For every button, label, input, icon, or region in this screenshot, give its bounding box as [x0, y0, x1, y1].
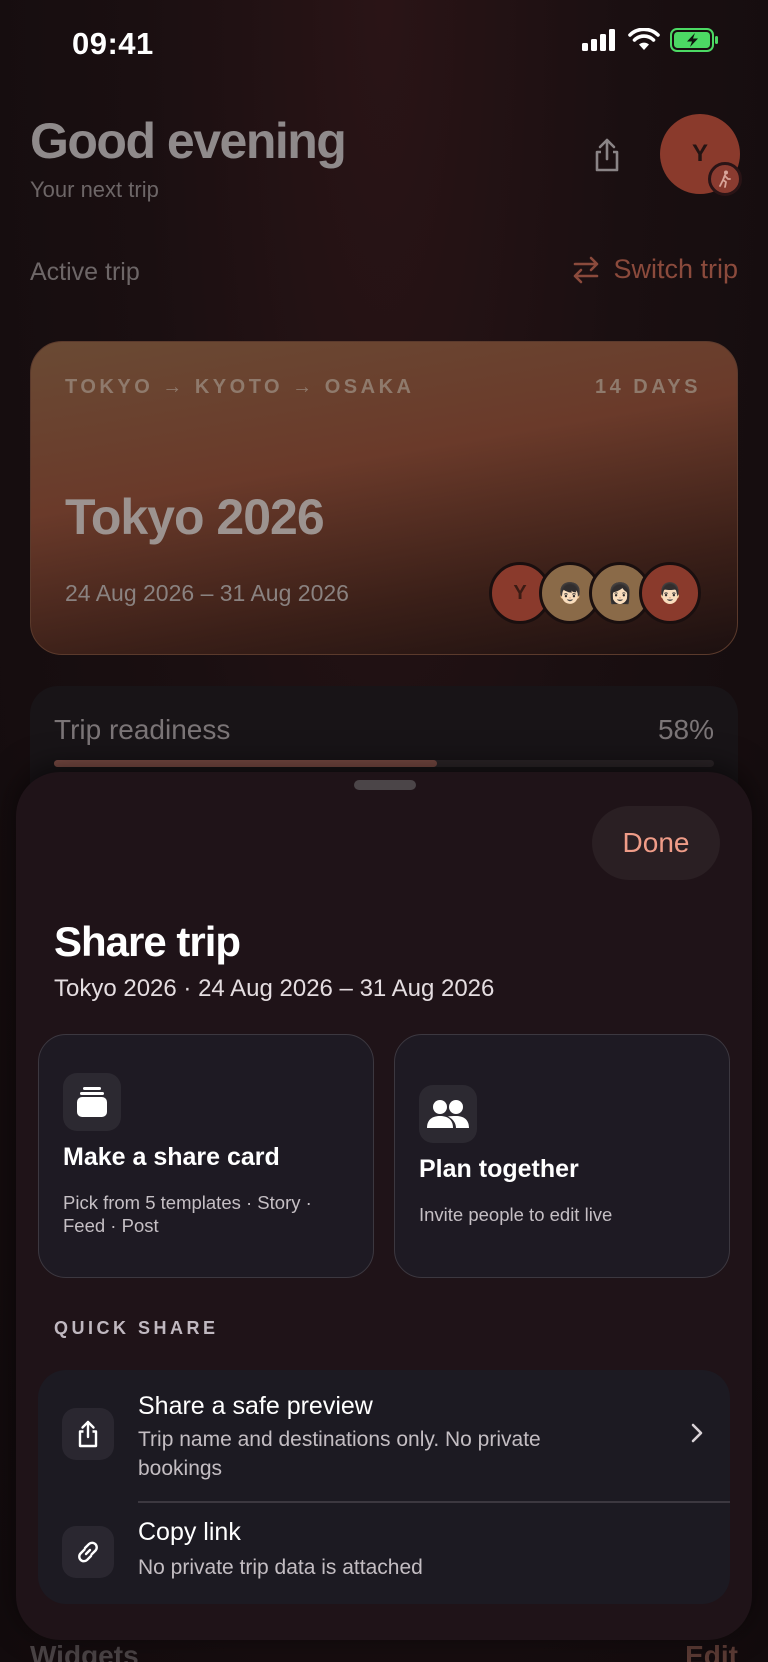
option-description: Pick from 5 templates · Story · Feed · P…	[63, 1192, 312, 1237]
people-icon	[419, 1085, 477, 1143]
share-icon	[62, 1408, 114, 1460]
row-description: No private trip data is attached	[138, 1556, 423, 1579]
walking-person-icon	[719, 170, 731, 188]
row-title: Copy link	[138, 1518, 241, 1546]
share-trip-sheet: Done Share trip Tokyo 2026 · 24 Aug 2026…	[16, 772, 752, 1640]
trip-duration: 14 DAYS	[594, 376, 701, 398]
avatar-initial: Y	[691, 140, 708, 167]
member-avatar: 👨🏻	[639, 562, 701, 624]
share-icon	[595, 138, 619, 172]
sheet-title: Share trip	[54, 918, 241, 965]
sheet-grabber[interactable]	[354, 780, 416, 790]
widgets-label: Widgets	[30, 1640, 139, 1662]
stack-card-icon	[63, 1073, 121, 1131]
greeting-title: Good evening	[30, 113, 347, 169]
greeting-subtitle: Your next trip	[30, 177, 159, 202]
swap-arrows-icon	[574, 256, 599, 283]
option-description: Invite people to edit live	[419, 1204, 613, 1225]
active-trip-label: Active trip	[30, 258, 140, 286]
active-trip-card[interactable]: TOKYO → KYOTO → OSAKA 14 DAYS Tokyo 2026…	[30, 341, 738, 655]
trip-route: TOKYO → KYOTO → OSAKA	[65, 376, 415, 398]
readiness-progress-fill	[54, 760, 437, 767]
link-icon	[62, 1526, 114, 1578]
trip-dates: 24 Aug 2026 – 31 Aug 2026	[65, 580, 349, 606]
switch-trip-button[interactable]: Switch trip	[571, 254, 738, 285]
readiness-percent: 58%	[657, 714, 714, 745]
option-title: Plan together	[419, 1155, 579, 1183]
copy-link-row[interactable]: Copy link No private trip data is attach…	[38, 1502, 730, 1604]
done-button[interactable]: Done	[592, 806, 720, 880]
quick-share-list: Share a safe preview Trip name and desti…	[38, 1370, 730, 1604]
row-title: Share a safe preview	[138, 1392, 373, 1420]
quick-share-heading: QUICK SHARE	[54, 1318, 219, 1338]
switch-trip-label: Switch trip	[613, 254, 738, 284]
trip-title: Tokyo 2026	[65, 489, 325, 545]
readiness-progress-bar	[54, 760, 714, 767]
plan-together-option[interactable]: Plan together Invite people to edit live	[394, 1034, 730, 1278]
make-share-card-option[interactable]: Make a share card Pick from 5 templates …	[38, 1034, 374, 1278]
row-description: Trip name and destinations only. No priv…	[138, 1428, 541, 1481]
screen: 09:41 Good evening Your next trip Y Acti…	[0, 0, 768, 1662]
chevron-right-icon	[691, 1423, 703, 1443]
share-safe-preview-row[interactable]: Share a safe preview Trip name and desti…	[38, 1370, 730, 1503]
walking-status-badge	[708, 162, 742, 196]
sheet-subtitle: Tokyo 2026 · 24 Aug 2026 – 31 Aug 2026	[54, 975, 495, 1002]
widgets-edit-button[interactable]: Edit	[685, 1640, 738, 1662]
trip-members: Y 👦🏻 👩🏻 👨🏻	[489, 562, 701, 624]
readiness-label: Trip readiness	[54, 714, 231, 745]
share-trip-button[interactable]	[586, 134, 628, 176]
option-title: Make a share card	[63, 1143, 280, 1171]
